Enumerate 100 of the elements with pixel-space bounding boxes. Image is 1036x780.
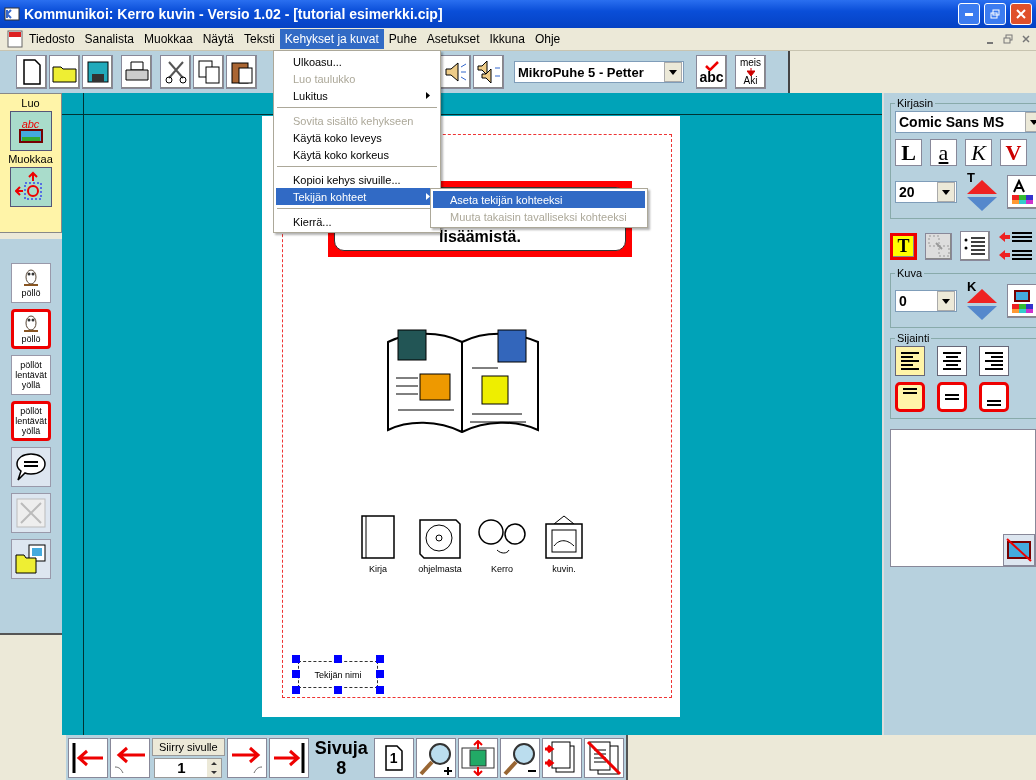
close-icon — [1022, 35, 1030, 43]
swap-bottom-text: Aki — [743, 76, 758, 86]
frame-text: lisäämistä. — [439, 228, 521, 246]
save-button[interactable] — [82, 55, 113, 89]
menu-item[interactable]: Asetukset — [421, 29, 485, 49]
menu-option[interactable]: Aseta tekijän kohteeksi — [433, 191, 645, 208]
menu-item[interactable]: Muokkaa — [138, 29, 198, 49]
menu-item[interactable]: Kehykset ja kuvat — [279, 29, 384, 49]
symbol-button[interactable]: pöllö — [11, 309, 51, 349]
copy-button[interactable] — [193, 55, 224, 89]
font-style-button[interactable]: a — [930, 139, 957, 166]
restore-button[interactable] — [984, 3, 1006, 25]
menu-item[interactable]: Teksti — [239, 29, 280, 49]
vertical-align-button[interactable] — [979, 382, 1009, 412]
remove-picture-button[interactable] — [1003, 534, 1035, 566]
scissors-icon — [164, 60, 187, 84]
group-title: Kuva — [896, 267, 924, 279]
resize-handle[interactable] — [334, 686, 342, 694]
last-page-button[interactable] — [268, 737, 309, 778]
voice-select[interactable]: MikroPuhe 5 - Petter — [514, 61, 684, 83]
bullet-list-icon — [963, 235, 987, 257]
previous-page-button[interactable] — [110, 737, 150, 778]
text-color-button[interactable] — [1007, 175, 1036, 209]
menu-option[interactable]: Ulkoasu... — [276, 53, 438, 70]
speak-button[interactable] — [440, 55, 471, 89]
restore-icon — [990, 9, 1000, 19]
font-size-button[interactable]: T — [965, 172, 999, 212]
vertical-align-button[interactable] — [895, 382, 925, 412]
edit-frame-button[interactable] — [9, 167, 52, 207]
close-button[interactable] — [1010, 3, 1032, 25]
font-style-button[interactable]: L — [895, 139, 922, 166]
speaker-icon — [443, 61, 468, 83]
print-button[interactable] — [121, 55, 152, 89]
swap-frames-button[interactable] — [925, 232, 952, 260]
align-button[interactable] — [895, 346, 925, 376]
list-button[interactable] — [960, 231, 990, 261]
document-icon[interactable] — [6, 30, 24, 48]
insert-page-button[interactable] — [541, 737, 582, 778]
menu-option[interactable]: Kopioi kehys sivuille... — [276, 171, 438, 188]
border-width-select[interactable]: 0 — [895, 290, 957, 312]
picture-color-button[interactable] — [1007, 284, 1036, 318]
paste-button[interactable] — [226, 55, 257, 89]
speak-all-button[interactable] — [473, 55, 504, 89]
document-icon — [22, 59, 41, 85]
symbol-button[interactable]: pöllöt lentävät yöllä — [11, 355, 51, 395]
folder-picture-icon — [15, 543, 47, 575]
color-palette-icon — [1010, 288, 1035, 314]
no-picture-icon — [1006, 538, 1032, 562]
align-icon — [983, 350, 1005, 372]
next-page-button[interactable] — [226, 737, 267, 778]
align-icon — [941, 350, 963, 372]
font-select[interactable]: Comic Sans MS — [895, 111, 1036, 133]
owl-icon — [23, 268, 39, 288]
menu-item[interactable]: Ikkuna — [484, 29, 530, 49]
indent-arrows-icon[interactable] — [998, 229, 1032, 263]
caret-icon — [942, 189, 950, 195]
open-picture-button[interactable] — [11, 539, 51, 579]
font-size-select[interactable]: 20 — [895, 181, 957, 203]
align-button[interactable] — [979, 346, 1009, 376]
font-style-button[interactable]: V — [1000, 139, 1027, 166]
menu-item[interactable]: Puhe — [383, 29, 422, 49]
menu-option[interactable]: Käytä koko korkeus — [276, 146, 438, 163]
picture-size-button[interactable]: K — [965, 281, 999, 321]
lines-icon — [903, 388, 917, 394]
menu-option[interactable]: Käytä koko leveys — [276, 129, 438, 146]
speech-bubble-button[interactable] — [11, 447, 51, 487]
vertical-align-button[interactable] — [937, 382, 967, 412]
open-button[interactable] — [49, 55, 80, 89]
resize-handle[interactable] — [334, 655, 342, 663]
text-frame-button[interactable]: T — [890, 232, 917, 260]
page-number-field[interactable]: 1 — [154, 757, 223, 778]
align-button[interactable] — [937, 346, 967, 376]
menu-item[interactable]: Näytä — [197, 29, 240, 49]
first-page-button[interactable] — [68, 737, 108, 778]
spellcheck-button[interactable]: abc — [696, 55, 727, 89]
lines-icon — [945, 394, 959, 400]
speech-bubble-icon — [15, 452, 47, 482]
minimize-icon — [987, 42, 993, 44]
menu-item[interactable]: Ohje — [529, 29, 566, 49]
zoom-in-button[interactable] — [415, 737, 456, 778]
framed-picture-icon — [542, 514, 586, 560]
symbol-button[interactable]: pöllöt lentävät yöllä — [11, 401, 51, 441]
delete-pages-button[interactable] — [583, 737, 624, 778]
font-style-button[interactable]: K — [965, 139, 992, 166]
symbol-button[interactable]: pöllö — [11, 263, 51, 303]
swap-button[interactable]: meis Aki — [735, 55, 766, 89]
copy-icon — [197, 60, 220, 84]
menu-option[interactable]: Lukitus — [276, 87, 438, 104]
fit-page-button[interactable] — [457, 737, 498, 778]
page-icon — [383, 744, 404, 771]
book-icon — [358, 514, 398, 560]
page-button[interactable]: 1 — [373, 737, 414, 778]
menu-item[interactable]: Tiedosto — [24, 29, 80, 49]
minimize-button[interactable] — [958, 3, 980, 25]
zoom-out-button[interactable] — [499, 737, 540, 778]
minimize-icon — [965, 12, 973, 16]
expand-icon — [16, 498, 46, 528]
menu-item[interactable]: Sanalista — [79, 29, 139, 49]
new-button[interactable] — [16, 55, 47, 89]
cut-button[interactable] — [160, 55, 191, 89]
